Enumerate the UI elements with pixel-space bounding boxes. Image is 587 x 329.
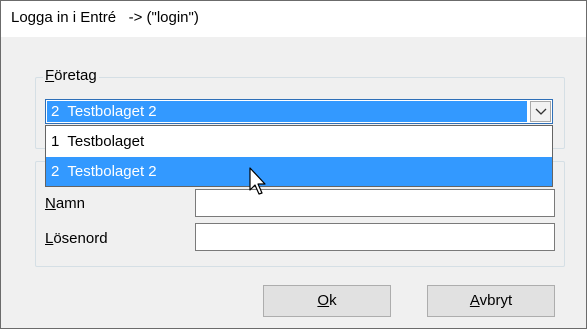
company-select-value: 2 Testbolaget 2 (47, 101, 527, 122)
title-bar: Logga in i Entré -> ("login") (1, 1, 586, 37)
company-label-text: öretag (54, 67, 97, 84)
chevron-down-icon (535, 108, 547, 115)
company-select[interactable]: 2 Testbolaget 2 (45, 99, 553, 124)
mouse-pointer-icon (249, 167, 266, 195)
ok-label: k (329, 292, 337, 309)
company-group-label: Företag (43, 67, 99, 84)
window-title: Logga in i Entré -> ("login") (11, 9, 199, 26)
name-label-mnemonic: N (45, 195, 56, 212)
dropdown-option-2[interactable]: 2 Testbolaget 2 (46, 157, 552, 186)
ok-mnemonic: O (317, 292, 330, 309)
name-label-text: amn (55, 195, 86, 212)
name-label: Namn (45, 195, 85, 212)
login-dialog: Logga in i Entré -> ("login") Företag Na… (0, 0, 587, 329)
cancel-mnemonic: A (469, 292, 480, 309)
password-label-text: ösenord (53, 230, 108, 247)
password-field[interactable] (195, 223, 555, 251)
cancel-button[interactable]: Avbryt (427, 285, 555, 317)
dropdown-option-1[interactable]: 1 Testbolaget (46, 127, 552, 156)
cancel-label: vbryt (479, 292, 513, 309)
company-dropdown-list: 1 Testbolaget 2 Testbolaget 2 (45, 125, 553, 187)
company-label-mnemonic: F (45, 67, 55, 84)
ok-button[interactable]: Ok (263, 285, 391, 317)
company-select-toggle[interactable] (530, 101, 551, 122)
password-label: Lösenord (45, 230, 108, 247)
